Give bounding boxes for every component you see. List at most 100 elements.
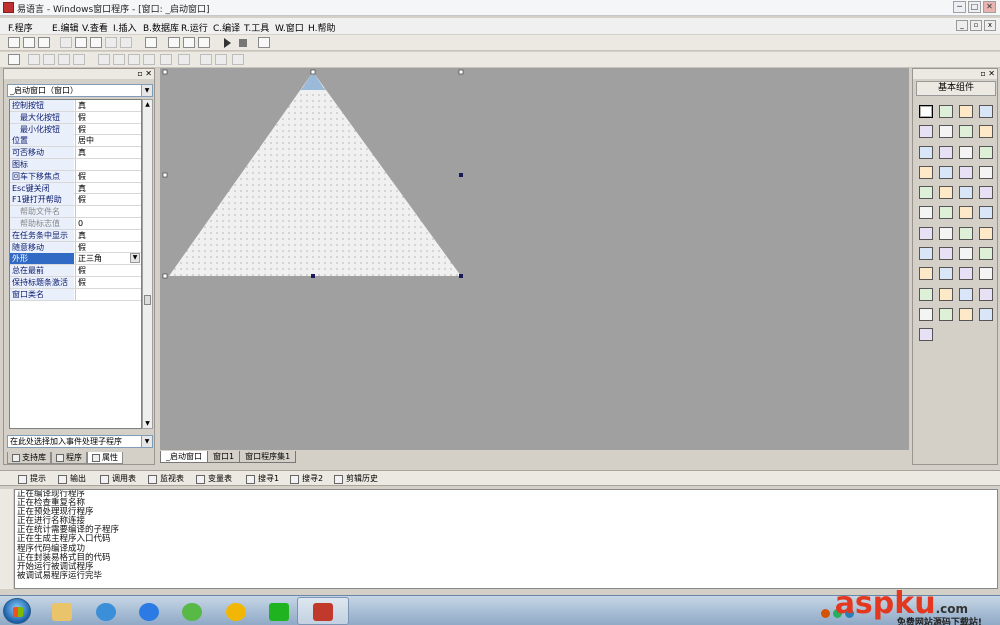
maximize-button[interactable]: □ bbox=[968, 1, 981, 13]
paste-icon[interactable] bbox=[90, 37, 102, 48]
property-row[interactable]: 外形 正三角 ▼ bbox=[10, 253, 141, 266]
find-icon[interactable] bbox=[145, 37, 157, 48]
component-icon[interactable] bbox=[939, 247, 953, 261]
menu-program[interactable]: F.程序 bbox=[8, 21, 33, 34]
menu-compile[interactable]: C.编译 bbox=[213, 21, 240, 34]
component-icon[interactable] bbox=[919, 267, 933, 281]
property-scrollbar[interactable]: ▲ ▼ bbox=[142, 99, 153, 429]
component-icon[interactable] bbox=[979, 105, 993, 118]
property-row[interactable]: 帮助文件名 bbox=[10, 206, 141, 218]
property-value[interactable]: 假 bbox=[75, 194, 141, 206]
tab-search2[interactable]: 搜寻2 bbox=[290, 473, 323, 485]
component-icon[interactable] bbox=[919, 186, 933, 200]
property-row[interactable]: 随意移动假 bbox=[10, 241, 141, 254]
grid-icon[interactable] bbox=[8, 54, 20, 65]
object-selector[interactable]: _启动窗口（窗口） ▼ bbox=[7, 84, 153, 97]
component-icon[interactable] bbox=[979, 165, 993, 179]
property-value[interactable]: 居中 bbox=[75, 135, 141, 147]
component-icon[interactable] bbox=[919, 125, 933, 139]
scroll-thumb[interactable] bbox=[144, 295, 151, 305]
tab-watch-table[interactable]: 监视表 bbox=[148, 473, 184, 485]
taskbar-eyuyan[interactable] bbox=[297, 597, 349, 625]
tab-call-table[interactable]: 调用表 bbox=[100, 473, 136, 485]
property-row[interactable]: 回车下移焦点假 bbox=[10, 170, 141, 183]
scroll-up-icon[interactable]: ▲ bbox=[143, 100, 152, 109]
align-left-icon[interactable] bbox=[28, 54, 40, 65]
mdi-minimize-button[interactable]: _ bbox=[956, 20, 968, 31]
property-value[interactable]: 假 bbox=[75, 170, 141, 182]
component-icon[interactable] bbox=[939, 165, 953, 179]
new-file-icon[interactable] bbox=[8, 37, 20, 48]
close-button[interactable]: ✕ bbox=[983, 1, 996, 13]
property-row[interactable]: 总在最前假 bbox=[10, 265, 141, 277]
panel-close-icon[interactable]: ▫ ✕ bbox=[137, 69, 152, 78]
property-value[interactable] bbox=[75, 288, 141, 300]
menu-tools[interactable]: T.工具 bbox=[244, 21, 269, 34]
component-icon[interactable] bbox=[919, 287, 933, 301]
property-value[interactable]: 假 bbox=[75, 111, 141, 123]
property-row[interactable]: 可否移动真 bbox=[10, 147, 141, 159]
menu-window[interactable]: W.窗口 bbox=[275, 21, 304, 34]
component-icon[interactable] bbox=[979, 125, 993, 139]
tab-window1[interactable]: 窗口1 bbox=[207, 451, 241, 463]
property-row[interactable]: 图标 bbox=[10, 158, 141, 171]
property-row[interactable]: Esc键关闭真 bbox=[10, 182, 141, 195]
component-icon[interactable] bbox=[959, 125, 973, 139]
component-icon[interactable] bbox=[979, 287, 993, 301]
pointer-tool-icon[interactable] bbox=[919, 105, 933, 118]
event-selector[interactable]: 在此处选择加入事件处理子程序 ▼ bbox=[7, 435, 153, 448]
component-icon[interactable] bbox=[959, 307, 973, 321]
property-value[interactable]: 假 bbox=[75, 123, 141, 135]
component-icon[interactable] bbox=[959, 165, 973, 179]
property-value[interactable]: 假 bbox=[75, 276, 141, 288]
property-value[interactable]: 假 bbox=[75, 241, 141, 253]
property-row[interactable]: 控制按钮真 bbox=[10, 100, 141, 112]
tab-clip-history[interactable]: 剪辑历史 bbox=[334, 473, 378, 485]
component-icon[interactable] bbox=[939, 307, 953, 321]
resize-handle[interactable] bbox=[459, 274, 463, 278]
layout-right-icon[interactable] bbox=[198, 37, 210, 48]
component-icon[interactable] bbox=[959, 145, 973, 159]
open-file-icon[interactable] bbox=[23, 37, 35, 48]
resize-handle[interactable] bbox=[311, 274, 315, 278]
mdi-close-button[interactable]: x bbox=[984, 20, 996, 31]
same-size-icon[interactable] bbox=[160, 54, 172, 65]
tab-program[interactable]: 程序 bbox=[51, 452, 87, 464]
menu-database[interactable]: B.数据库 bbox=[143, 21, 179, 34]
layout-left-icon[interactable] bbox=[168, 37, 180, 48]
undo-icon[interactable] bbox=[105, 37, 117, 48]
align-right-icon[interactable] bbox=[58, 54, 70, 65]
debug-icon[interactable] bbox=[258, 37, 270, 48]
align-center-icon[interactable] bbox=[43, 54, 55, 65]
run-icon[interactable] bbox=[224, 38, 231, 48]
tab-search1[interactable]: 搜寻1 bbox=[246, 473, 279, 485]
triangle-window-preview[interactable] bbox=[160, 68, 909, 450]
chevron-down-icon[interactable]: ▼ bbox=[141, 436, 152, 447]
menu-insert[interactable]: I.插入 bbox=[113, 21, 137, 34]
resize-handle[interactable] bbox=[459, 173, 463, 177]
tab-startup-window[interactable]: _启动窗口 bbox=[160, 451, 208, 463]
resize-handle[interactable] bbox=[162, 273, 168, 279]
component-icon[interactable] bbox=[979, 267, 993, 281]
output-log[interactable]: 正在编译现行程序 正在检查重复名称 正在预处理现行程序 正在进行名称连接 正在统计需要编… bbox=[14, 489, 998, 589]
component-icon[interactable] bbox=[919, 307, 933, 321]
space-horizontal-icon[interactable] bbox=[178, 54, 190, 65]
property-row[interactable]: 帮助标志值 0 bbox=[10, 217, 141, 230]
cut-icon[interactable] bbox=[60, 37, 72, 48]
center-vertical-icon[interactable] bbox=[215, 54, 227, 65]
component-icon[interactable] bbox=[959, 206, 973, 220]
tab-properties[interactable]: 属性 bbox=[87, 452, 123, 464]
layout-bottom-icon[interactable] bbox=[183, 37, 195, 48]
minimize-button[interactable]: ─ bbox=[953, 1, 966, 13]
panel-close-icon[interactable]: ▫ ✕ bbox=[980, 69, 995, 78]
redo-icon[interactable] bbox=[120, 37, 132, 48]
menu-edit[interactable]: E.编辑 bbox=[52, 21, 79, 34]
property-value[interactable]: 0 bbox=[75, 217, 141, 229]
align-bottom-icon[interactable] bbox=[113, 54, 125, 65]
component-icon[interactable] bbox=[959, 247, 973, 261]
property-value[interactable]: 真 bbox=[75, 100, 141, 111]
scroll-down-icon[interactable]: ▼ bbox=[143, 419, 152, 428]
component-icon[interactable] bbox=[959, 186, 973, 200]
component-icon[interactable] bbox=[959, 287, 973, 301]
tab-output[interactable]: 输出 bbox=[58, 473, 86, 485]
